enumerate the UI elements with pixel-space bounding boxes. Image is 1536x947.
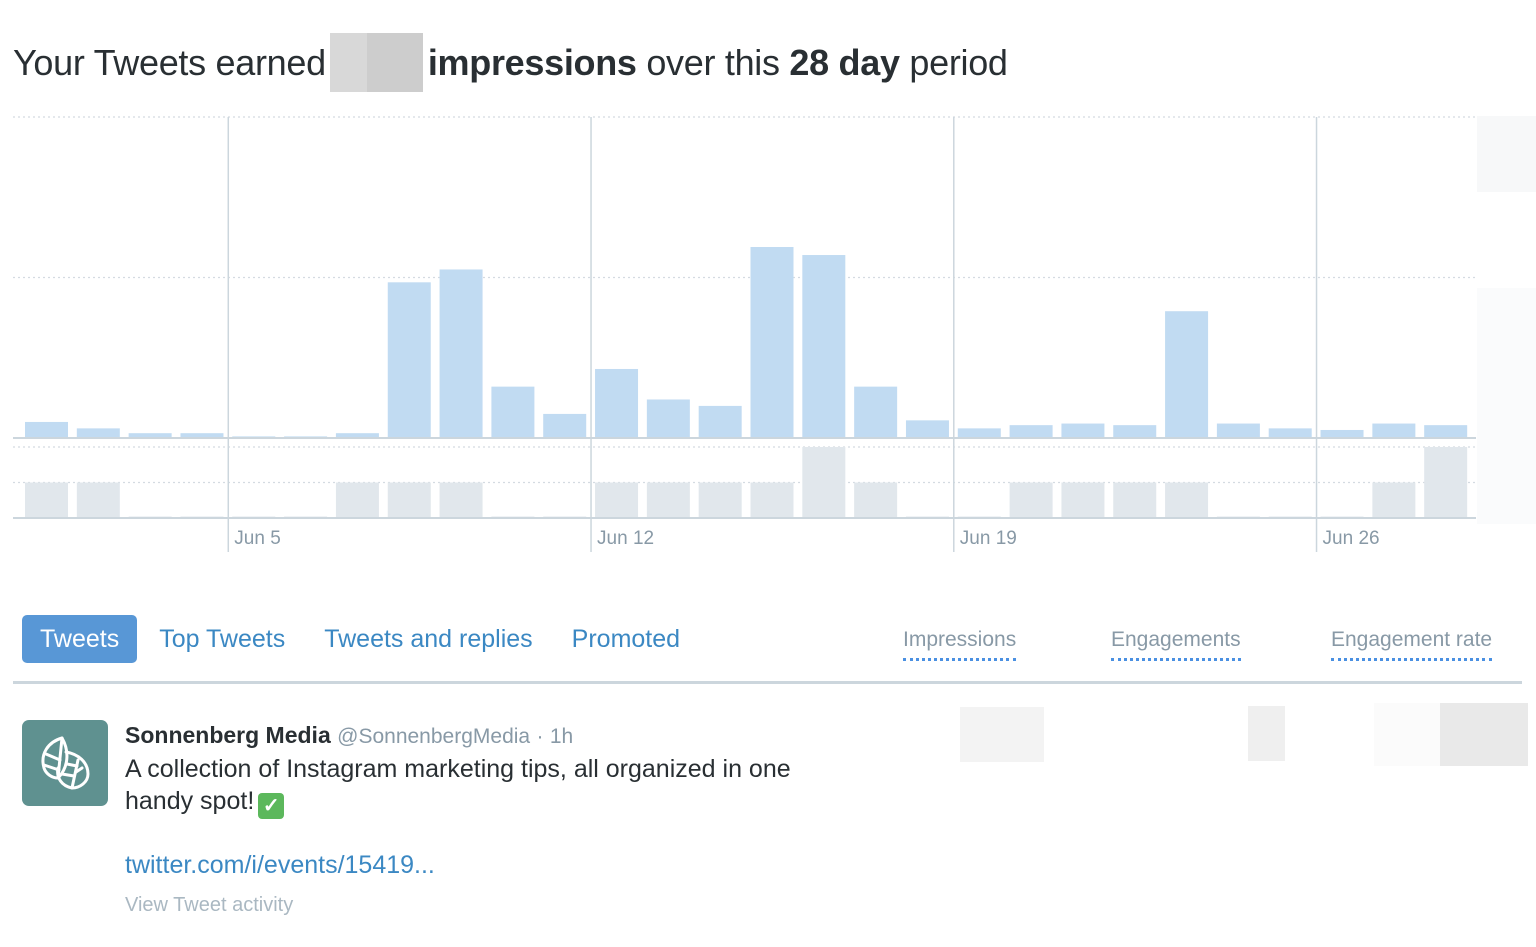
page-headline: Your Tweets earned impressions over this… (13, 33, 1008, 92)
impressions-bar (1424, 425, 1468, 438)
impressions-bar (750, 247, 794, 438)
x-tick-label: Jun 12 (597, 528, 654, 549)
check-mark-emoji-icon: ✓ (258, 793, 285, 819)
impressions-bar (1320, 429, 1364, 438)
activity-chart: Jun 5 Jun 12 Jun 19 Jun 26 (13, 116, 1476, 552)
engagements-bar (750, 482, 794, 518)
chart-side-panel-redacted (1477, 116, 1536, 192)
impressions-bar (1009, 425, 1053, 438)
impressions-bar (1061, 423, 1105, 438)
leaf-icon (41, 736, 90, 790)
tweet-author-handle[interactable]: @SonnenbergMedia (337, 725, 530, 748)
avatar[interactable] (22, 720, 108, 806)
engagements-bar (1113, 482, 1157, 518)
tweet-engagement-rate-redacted (1440, 703, 1528, 766)
engagements-bar (1424, 447, 1468, 518)
engagements-bar (698, 482, 742, 518)
tweet-author-name[interactable]: Sonnenberg Media (125, 722, 331, 748)
tweet-text: A collection of Instagram marketing tips… (125, 753, 815, 819)
engagements-bar (387, 482, 431, 518)
impressions-bar (1113, 425, 1157, 438)
impressions-bar (854, 386, 898, 438)
engagements-bar (335, 482, 379, 518)
chart-side-panel-redacted (1477, 288, 1536, 524)
impressions-bar (543, 413, 587, 438)
engagements-bar (25, 482, 68, 518)
x-tick-label: Jun 5 (234, 528, 280, 549)
engagements-bar (1009, 482, 1053, 518)
x-tick-label: Jun 26 (1323, 528, 1380, 549)
tweet-link[interactable]: twitter.com/i/events/15419... (125, 851, 845, 880)
view-tweet-activity-link[interactable]: View Tweet activity (125, 894, 845, 917)
engagements-bar (1165, 482, 1209, 518)
impressions-bar (387, 282, 431, 438)
tweet-content: Sonnenberg Media @SonnenbergMedia · 1h A… (125, 722, 845, 917)
impressions-bar (25, 421, 68, 438)
impressions-bar (595, 368, 639, 438)
tweet-header: Sonnenberg Media @SonnenbergMedia · 1h (125, 722, 845, 749)
column-header-engagements[interactable]: Engagements (1111, 628, 1241, 661)
headline-period: 28 day (789, 41, 900, 83)
impressions-bar (698, 405, 742, 438)
column-header-engagement-rate[interactable]: Engagement rate (1331, 628, 1493, 661)
engagements-bar (1061, 482, 1105, 518)
engagements-bar (802, 447, 846, 518)
headline-suffix: period (909, 41, 1008, 83)
engagements-bar (439, 482, 483, 518)
tweet-impressions-redacted (960, 707, 1044, 762)
metric-column-headers: Impressions Engagements Engagement rate (0, 628, 1536, 668)
tweet-engagement-rate-redacted-faint (1374, 703, 1440, 766)
impressions-bar (439, 269, 483, 438)
engagements-bar (1372, 482, 1416, 518)
impressions-bar (1216, 423, 1260, 438)
headline-metric: impressions (427, 41, 637, 83)
engagements-bar (595, 482, 639, 518)
header-divider (13, 681, 1522, 684)
impressions-bar (802, 255, 846, 438)
impressions-bar (646, 399, 690, 438)
engagements-bar (76, 482, 120, 518)
impressions-bar (957, 428, 1001, 438)
engagements-bar (646, 482, 690, 518)
impressions-total-redacted (329, 33, 423, 92)
impressions-bar (1165, 311, 1209, 438)
tweet-text-body: A collection of Instagram marketing tips… (125, 755, 791, 815)
impressions-bar (491, 386, 535, 438)
impressions-bar (905, 420, 949, 438)
engagements-bar (854, 482, 898, 518)
tweet-separator: · (536, 725, 544, 748)
column-header-impressions[interactable]: Impressions (903, 628, 1017, 661)
impressions-bar (1372, 423, 1416, 438)
impressions-bar (76, 428, 120, 438)
impressions-bar (1268, 428, 1312, 438)
tweet-engagements-redacted (1248, 706, 1285, 761)
tweet-timestamp[interactable]: 1h (550, 725, 573, 748)
x-tick-label: Jun 19 (960, 528, 1017, 549)
headline-prefix: Your Tweets earned (13, 41, 326, 83)
headline-middle: over this (646, 41, 780, 83)
